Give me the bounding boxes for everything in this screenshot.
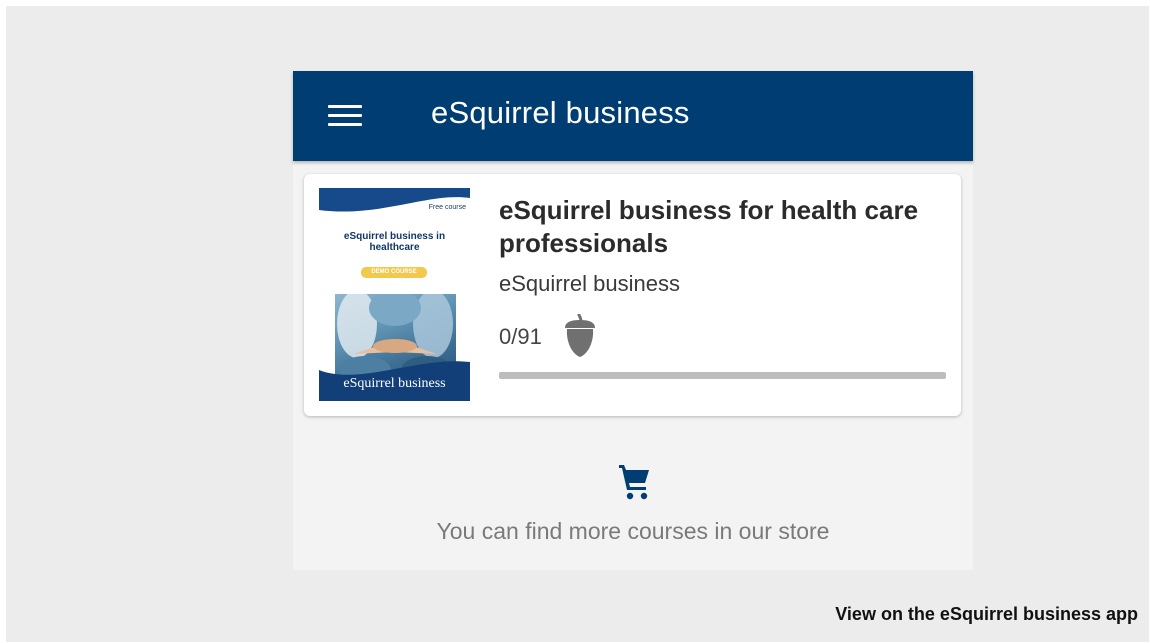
course-card[interactable]: Free course eSquirrel business in health… <box>304 174 961 416</box>
page-background: eSquirrel business Free course eSquirrel… <box>6 6 1149 642</box>
progress-bar <box>499 372 946 379</box>
thumbnail-title: eSquirrel business in healthcare <box>343 231 446 253</box>
store-message: You can find more courses in our store <box>436 518 830 544</box>
store-link[interactable]: You can find more courses in our store <box>293 459 973 559</box>
course-thumbnail: Free course eSquirrel business in health… <box>319 188 470 401</box>
app-title: eSquirrel business <box>431 95 690 130</box>
thumbnail-brand: eSquirrel business <box>343 376 446 391</box>
course-provider: eSquirrel business <box>499 271 680 296</box>
thumbnail-tag: Free course <box>428 204 466 211</box>
app-bar: eSquirrel business <box>293 71 973 161</box>
view-app-link-text[interactable]: View on the eSquirrel business app <box>835 604 1138 625</box>
shopping-cart-icon <box>619 465 649 500</box>
acorn-icon <box>565 314 595 357</box>
thumbnail-badge: DEMO COURSE <box>361 267 427 278</box>
progress-count: 0/91 <box>499 324 542 349</box>
hamburger-menu-icon[interactable] <box>326 97 364 135</box>
app-screen: eSquirrel business Free course eSquirrel… <box>293 71 973 570</box>
course-title: eSquirrel business for health care profe… <box>499 195 919 258</box>
